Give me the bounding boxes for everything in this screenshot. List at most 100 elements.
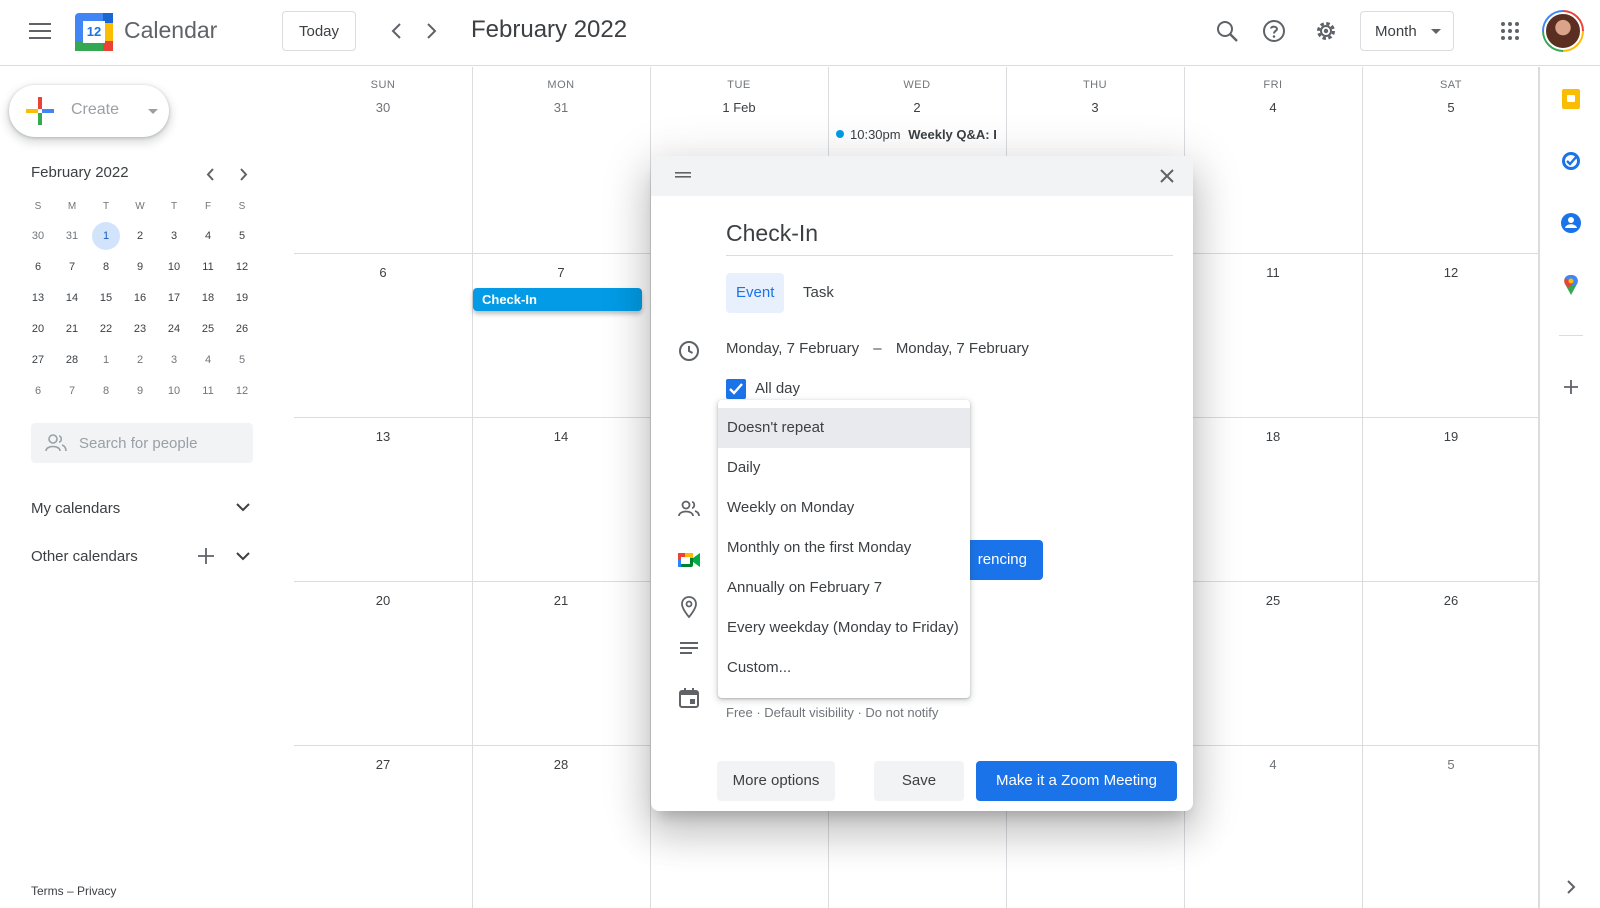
event-chip-check-in[interactable]: Check-In bbox=[473, 288, 642, 311]
mini-calendar-day[interactable]: 28 bbox=[58, 346, 86, 374]
mini-calendar-day[interactable]: 3 bbox=[160, 346, 188, 374]
search-people-input[interactable]: Search for people bbox=[31, 423, 253, 463]
mini-calendar-day[interactable]: 1 bbox=[92, 222, 120, 250]
view-selector[interactable]: Month bbox=[1360, 11, 1454, 51]
tab-event[interactable]: Event bbox=[726, 273, 785, 313]
drag-handle-icon[interactable] bbox=[675, 171, 691, 179]
mini-calendar-day[interactable]: 30 bbox=[24, 222, 52, 250]
day-number[interactable]: 3 bbox=[1006, 100, 1184, 115]
day-number[interactable]: 6 bbox=[294, 265, 472, 280]
mini-calendar-day[interactable]: 13 bbox=[24, 284, 52, 312]
mini-calendar-day[interactable]: 8 bbox=[92, 253, 120, 281]
next-period-button[interactable] bbox=[412, 11, 452, 51]
day-number[interactable]: 13 bbox=[294, 429, 472, 444]
mini-calendar-day[interactable]: 14 bbox=[58, 284, 86, 312]
event-chip-weekly-qa[interactable]: 10:30pm Weekly Q&A: F bbox=[836, 127, 996, 142]
mini-calendar-day[interactable]: 21 bbox=[58, 315, 86, 343]
mini-calendar-day[interactable]: 12 bbox=[228, 377, 256, 405]
day-number[interactable]: 5 bbox=[1362, 100, 1540, 115]
mini-calendar-day[interactable]: 25 bbox=[194, 315, 222, 343]
mini-calendar-day[interactable]: 18 bbox=[194, 284, 222, 312]
start-date[interactable]: Monday, 7 February bbox=[726, 340, 859, 357]
chevron-down-icon[interactable] bbox=[236, 552, 250, 561]
my-calendars-heading[interactable]: My calendars bbox=[31, 500, 120, 517]
day-number[interactable]: 20 bbox=[294, 593, 472, 608]
terms-privacy-link[interactable]: Terms – Privacy bbox=[31, 884, 116, 898]
contacts-icon[interactable] bbox=[1560, 212, 1582, 234]
mini-calendar-day[interactable]: 6 bbox=[24, 253, 52, 281]
repeat-option[interactable]: Custom... bbox=[718, 648, 970, 688]
mini-calendar-day[interactable]: 31 bbox=[58, 222, 86, 250]
save-button[interactable]: Save bbox=[874, 761, 964, 801]
dialog-drag-bar[interactable] bbox=[651, 156, 1193, 196]
mini-calendar-day[interactable]: 23 bbox=[126, 315, 154, 343]
repeat-option[interactable]: Doesn't repeat bbox=[718, 408, 970, 448]
event-title-input[interactable]: Check-In bbox=[726, 220, 1173, 256]
day-number[interactable]: 11 bbox=[1184, 265, 1362, 280]
maps-icon[interactable] bbox=[1560, 274, 1582, 296]
repeat-option[interactable]: Every weekday (Monday to Friday) bbox=[718, 608, 970, 648]
mini-calendar-day[interactable]: 6 bbox=[24, 377, 52, 405]
make-zoom-meeting-button[interactable]: Make it a Zoom Meeting bbox=[976, 761, 1177, 801]
mini-calendar-day[interactable]: 9 bbox=[126, 377, 154, 405]
mini-next-month-button[interactable] bbox=[224, 154, 264, 194]
day-number[interactable]: 25 bbox=[1184, 593, 1362, 608]
mini-calendar-day[interactable]: 17 bbox=[160, 284, 188, 312]
mini-calendar-day[interactable]: 10 bbox=[160, 253, 188, 281]
calendar-logo-icon[interactable]: 12 bbox=[75, 13, 113, 51]
close-icon[interactable] bbox=[1160, 169, 1174, 183]
mini-calendar-day[interactable]: 11 bbox=[194, 253, 222, 281]
mini-calendar-day[interactable]: 11 bbox=[194, 377, 222, 405]
mini-calendar-day[interactable]: 19 bbox=[228, 284, 256, 312]
previous-period-button[interactable] bbox=[376, 11, 416, 51]
add-addon-plus-icon[interactable] bbox=[1560, 376, 1582, 398]
add-calendar-plus-icon[interactable] bbox=[198, 548, 214, 564]
tasks-icon[interactable] bbox=[1560, 150, 1582, 172]
tab-task[interactable]: Task bbox=[793, 273, 844, 313]
day-number[interactable]: 30 bbox=[294, 100, 472, 115]
day-number[interactable]: 7 bbox=[472, 265, 650, 280]
mini-calendar-day[interactable]: 7 bbox=[58, 377, 86, 405]
mini-calendar-day[interactable]: 27 bbox=[24, 346, 52, 374]
other-calendars-heading[interactable]: Other calendars bbox=[31, 548, 138, 565]
mini-calendar-day[interactable]: 20 bbox=[24, 315, 52, 343]
all-day-checkbox[interactable] bbox=[726, 379, 746, 399]
help-icon[interactable] bbox=[1254, 11, 1294, 51]
mini-calendar-day[interactable]: 8 bbox=[92, 377, 120, 405]
apps-grid-icon[interactable] bbox=[1490, 11, 1530, 51]
repeat-option[interactable]: Monthly on the first Monday bbox=[718, 528, 970, 568]
mini-calendar-day[interactable]: 2 bbox=[126, 346, 154, 374]
account-avatar[interactable] bbox=[1542, 10, 1584, 52]
day-number[interactable]: 14 bbox=[472, 429, 650, 444]
day-number[interactable]: 19 bbox=[1362, 429, 1540, 444]
mini-calendar-day[interactable]: 12 bbox=[228, 253, 256, 281]
day-number[interactable]: 12 bbox=[1362, 265, 1540, 280]
day-number[interactable]: 18 bbox=[1184, 429, 1362, 444]
day-number[interactable]: 5 bbox=[1362, 757, 1540, 772]
day-number[interactable]: 21 bbox=[472, 593, 650, 608]
mini-calendar-day[interactable]: 10 bbox=[160, 377, 188, 405]
mini-calendar-day[interactable]: 5 bbox=[228, 346, 256, 374]
mini-calendar-day[interactable]: 7 bbox=[58, 253, 86, 281]
more-options-button[interactable]: More options bbox=[717, 761, 835, 801]
mini-calendar-day[interactable]: 5 bbox=[228, 222, 256, 250]
main-menu-icon[interactable] bbox=[20, 11, 60, 51]
day-number[interactable]: 26 bbox=[1362, 593, 1540, 608]
day-number[interactable]: 2 bbox=[828, 100, 1006, 115]
day-number[interactable]: 1 Feb bbox=[650, 100, 828, 115]
repeat-option[interactable]: Annually on February 7 bbox=[718, 568, 970, 608]
day-number[interactable]: 4 bbox=[1184, 757, 1362, 772]
mini-calendar-day[interactable]: 3 bbox=[160, 222, 188, 250]
mini-calendar-day[interactable]: 24 bbox=[160, 315, 188, 343]
day-number[interactable]: 4 bbox=[1184, 100, 1362, 115]
keep-notes-icon[interactable] bbox=[1560, 88, 1582, 110]
repeat-option[interactable]: Daily bbox=[718, 448, 970, 488]
search-icon[interactable] bbox=[1207, 11, 1247, 51]
settings-gear-icon[interactable] bbox=[1306, 11, 1346, 51]
mini-calendar-day[interactable]: 4 bbox=[194, 222, 222, 250]
chevron-down-icon[interactable] bbox=[236, 503, 250, 512]
day-number[interactable]: 31 bbox=[472, 100, 650, 115]
mini-calendar-day[interactable]: 2 bbox=[126, 222, 154, 250]
mini-calendar-day[interactable]: 1 bbox=[92, 346, 120, 374]
mini-calendar-day[interactable]: 9 bbox=[126, 253, 154, 281]
